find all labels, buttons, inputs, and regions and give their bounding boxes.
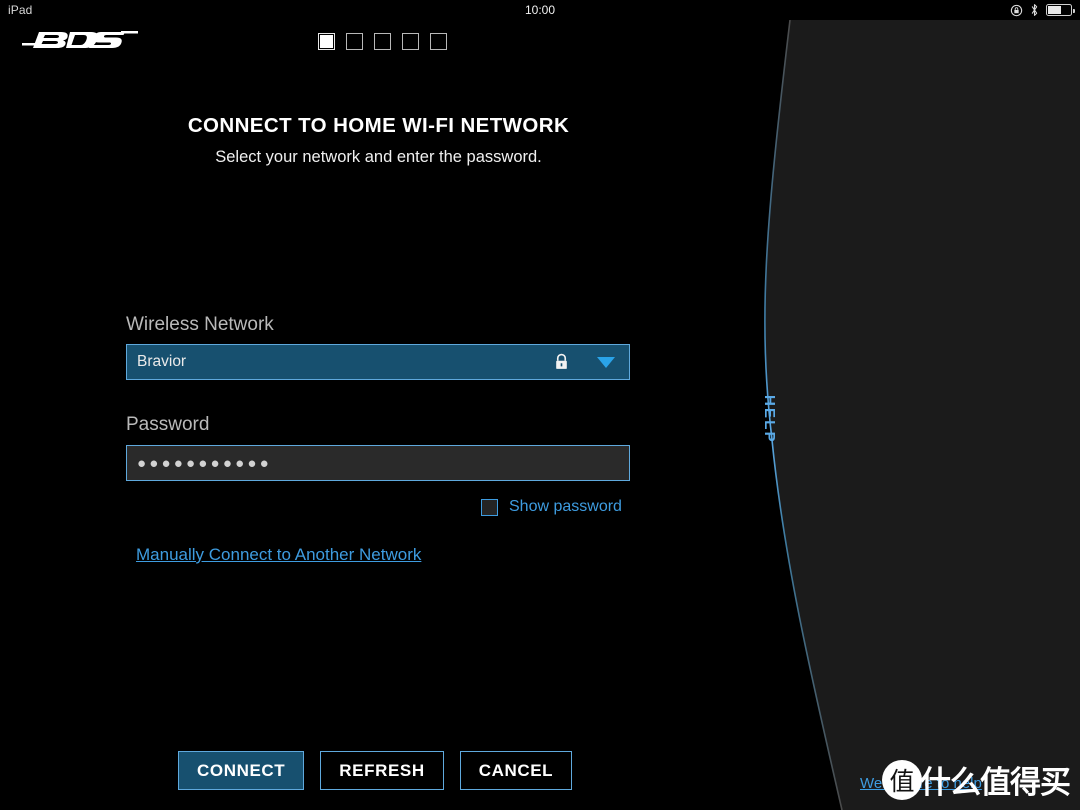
help-bottom-link[interactable]: We're here to help: [860, 775, 982, 792]
help-panel-fill: [764, 20, 1080, 810]
page-subtitle: Select your network and enter the passwo…: [215, 148, 542, 166]
step-indicator-2[interactable]: [346, 33, 363, 50]
show-password-checkbox[interactable]: [481, 498, 498, 516]
bose-wordmark-icon: [22, 31, 138, 48]
setup-wizard-page: CONNECT TO HOME WI-FI NETWORK Select you…: [0, 20, 757, 810]
help-panel-shape: [764, 20, 1080, 810]
cancel-button[interactable]: CANCEL: [459, 751, 573, 790]
chevron-down-icon[interactable]: [597, 356, 615, 368]
show-password-label[interactable]: Show password: [509, 498, 622, 516]
step-indicator-3[interactable]: [374, 33, 391, 50]
status-right-icons: [1010, 2, 1075, 18]
status-clock: 10:00: [524, 3, 556, 17]
bose-logo: [22, 28, 138, 50]
ios-status-bar: iPad 10:00: [0, 0, 1080, 20]
bluetooth-icon: [1031, 4, 1038, 16]
password-input[interactable]: ●●●●●●●●●●●: [126, 445, 630, 481]
refresh-button[interactable]: REFRESH: [320, 751, 444, 790]
password-masked-value: ●●●●●●●●●●●: [137, 454, 272, 472]
step-indicator-1[interactable]: [318, 33, 335, 50]
wireless-network-value: Bravior: [137, 353, 187, 370]
step-indicator-4[interactable]: [402, 33, 419, 50]
wireless-network-select[interactable]: Bravior: [126, 344, 630, 380]
step-indicator-5[interactable]: [430, 33, 447, 50]
wireless-network-label: Wireless Network: [126, 314, 274, 335]
show-password-row[interactable]: Show password: [481, 498, 622, 516]
action-button-row: CONNECT REFRESH CANCEL: [178, 751, 573, 790]
help-panel[interactable]: HELP We're here to help: [750, 20, 1080, 810]
battery-icon: [1046, 4, 1075, 16]
manual-connect-link[interactable]: Manually Connect to Another Network: [136, 545, 421, 565]
password-label: Password: [126, 414, 210, 435]
rotation-lock-icon: [1010, 4, 1023, 16]
help-tab-label[interactable]: HELP: [761, 395, 778, 444]
connect-button[interactable]: CONNECT: [178, 751, 305, 790]
lock-icon: [556, 353, 567, 369]
step-indicator: [318, 33, 447, 50]
page-title: CONNECT TO HOME WI-FI NETWORK: [187, 114, 570, 137]
